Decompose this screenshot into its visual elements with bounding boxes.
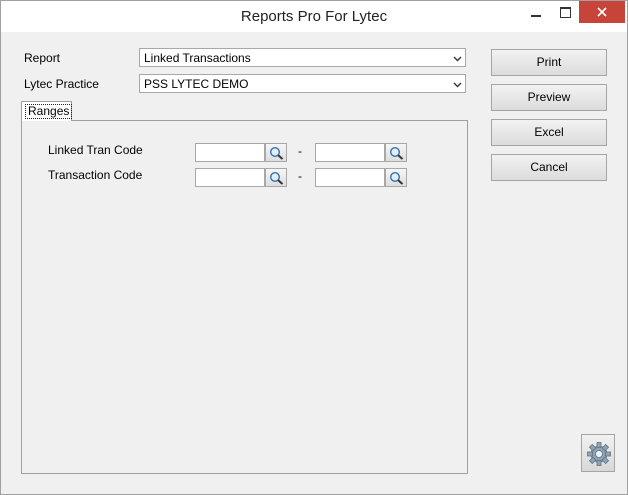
transaction-code-label: Transaction Code xyxy=(48,168,143,182)
settings-button[interactable] xyxy=(581,434,615,472)
range-separator: - xyxy=(298,144,302,158)
linked-tran-code-to-lookup-button[interactable] xyxy=(385,143,407,162)
transaction-code-to-lookup-button[interactable] xyxy=(385,168,407,187)
maximize-button[interactable] xyxy=(551,1,579,23)
print-button[interactable]: Print xyxy=(491,49,607,76)
chevron-down-icon xyxy=(453,56,462,62)
gear-icon xyxy=(587,442,611,466)
practice-select-value: PSS LYTEC DEMO xyxy=(144,77,249,91)
title-bar[interactable]: Reports Pro For Lytec xyxy=(1,1,627,32)
linked-tran-code-to-input[interactable] xyxy=(315,143,385,162)
search-icon xyxy=(389,146,404,160)
tab-ranges-label: Ranges xyxy=(25,104,73,119)
practice-label: Lytec Practice xyxy=(24,77,99,91)
chevron-down-icon xyxy=(453,82,462,88)
report-select[interactable]: Linked Transactions xyxy=(139,48,466,67)
minimize-button[interactable] xyxy=(521,1,551,23)
linked-tran-code-from-lookup-button[interactable] xyxy=(265,143,287,162)
linked-tran-code-label: Linked Tran Code xyxy=(48,143,143,157)
report-select-value: Linked Transactions xyxy=(144,51,251,65)
preview-button[interactable]: Preview xyxy=(491,84,607,111)
close-icon xyxy=(597,7,607,17)
transaction-code-to-input[interactable] xyxy=(315,168,385,187)
practice-select[interactable]: PSS LYTEC DEMO xyxy=(139,74,466,93)
tab-ranges[interactable]: Ranges xyxy=(21,101,73,121)
range-separator: - xyxy=(298,169,302,183)
search-icon xyxy=(269,171,284,185)
cancel-button[interactable]: Cancel xyxy=(491,154,607,181)
linked-tran-code-from-input[interactable] xyxy=(195,143,265,162)
search-icon xyxy=(389,171,404,185)
transaction-code-from-lookup-button[interactable] xyxy=(265,168,287,187)
close-button[interactable] xyxy=(579,1,625,23)
report-label: Report xyxy=(24,51,61,65)
search-icon xyxy=(269,146,284,160)
ranges-panel: Linked Tran Code - Transaction Code - xyxy=(21,120,468,474)
transaction-code-from-input[interactable] xyxy=(195,168,265,187)
excel-button[interactable]: Excel xyxy=(491,119,607,146)
main-window: Reports Pro For Lytec Report Linked Tran… xyxy=(0,0,628,495)
